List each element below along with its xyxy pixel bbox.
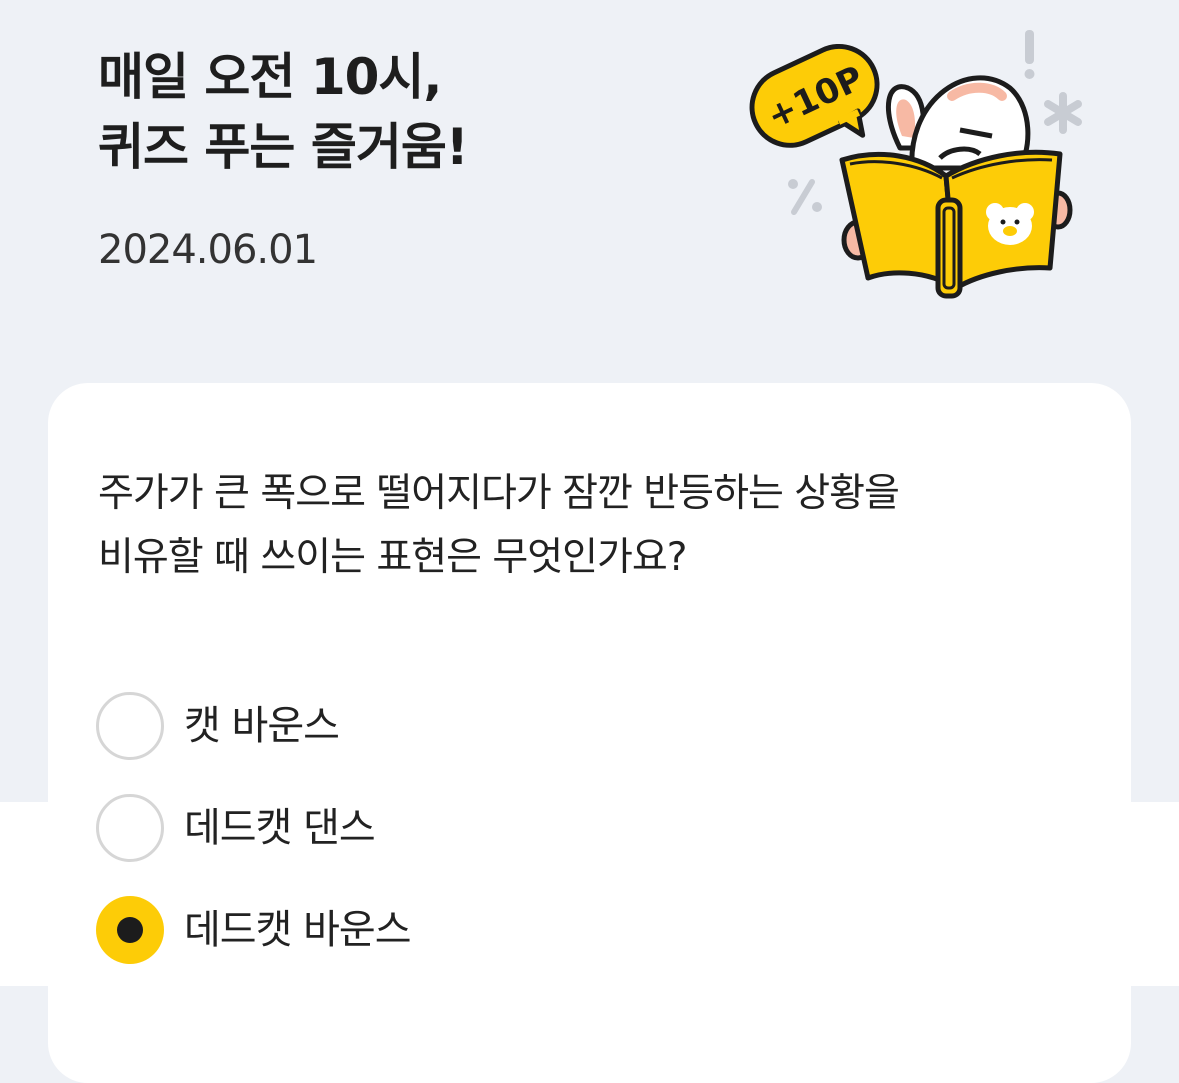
rabbit-reading-book-illustration: +10P — [749, 30, 1082, 299]
option-cat-bounce[interactable]: 캣 바운스 — [96, 690, 340, 762]
radio-button[interactable] — [96, 692, 164, 760]
page-title: 매일 오전 10시, 퀴즈 푸는 즐거움! — [98, 42, 469, 182]
radio-button-selected[interactable] — [96, 896, 164, 964]
option-deadcat-dance[interactable]: 데드캣 댄스 — [96, 792, 376, 864]
title-line-1: 매일 오전 10시, — [98, 48, 442, 106]
question-line-1: 주가가 큰 폭으로 떨어지다가 잠깐 반등하는 상황을 — [98, 471, 900, 516]
radio-button[interactable] — [96, 794, 164, 862]
title-line-2: 퀴즈 푸는 즐거움! — [98, 118, 469, 176]
option-label: 캣 바운스 — [184, 703, 340, 749]
quiz-date: 2024.06.01 — [98, 227, 318, 273]
quiz-question: 주가가 큰 폭으로 떨어지다가 잠깐 반등하는 상황을 비유할 때 쓰이는 표현… — [98, 462, 1098, 590]
percent-icon — [788, 179, 822, 215]
exclamation-icon — [1024, 30, 1035, 79]
option-label: 데드캣 바운스 — [184, 907, 412, 953]
option-label: 데드캣 댄스 — [184, 805, 376, 851]
question-line-2: 비유할 때 쓰이는 표현은 무엇인가요? — [98, 535, 688, 580]
option-deadcat-bounce[interactable]: 데드캣 바운스 — [96, 894, 412, 966]
asterisk-icon — [1044, 92, 1082, 134]
